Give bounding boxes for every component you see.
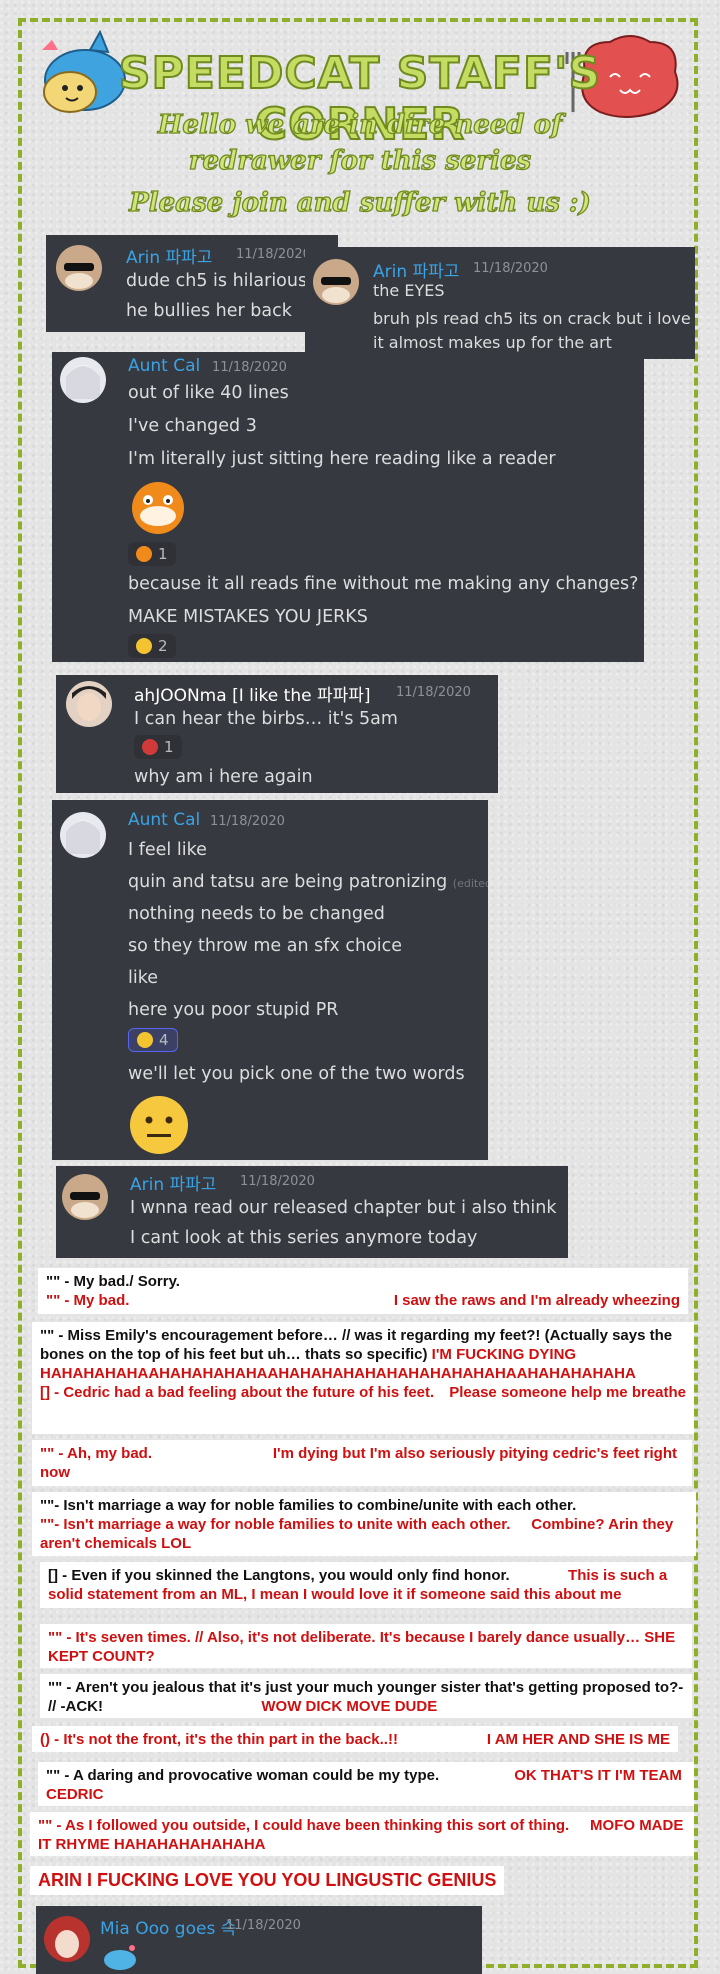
reaction-button[interactable]: 1 <box>134 735 182 759</box>
message-text: here you poor stupid PR <box>128 1000 339 1020</box>
edited-label: (edited) <box>452 877 488 890</box>
message-text: bruh pls read ch5 its on crack but i lov… <box>373 309 695 328</box>
reaction-count: 1 <box>164 738 174 756</box>
tl-revised: "" - Ah, my bad. <box>40 1445 153 1462</box>
timestamp: 11/18/2020 <box>210 814 285 829</box>
tl-revised: [] - Cedric had a bad feeling about the … <box>40 1384 435 1401</box>
reaction-button[interactable]: 1 <box>128 542 176 566</box>
crying-emoji-icon <box>128 478 188 538</box>
timestamp: 11/18/2020 <box>473 261 548 276</box>
translation-note: "" - Aren't you jealous that it's just y… <box>40 1674 692 1718</box>
avatar <box>60 812 106 858</box>
username[interactable]: Aunt Cal <box>128 356 200 376</box>
timestamp: 11/18/2020 <box>226 1918 301 1933</box>
translation-note: "" - Miss Emily's encouragement before… … <box>32 1322 694 1434</box>
tl-original: ""- Isn't marriage a way for noble famil… <box>40 1497 577 1514</box>
message-text: nothing needs to be changed <box>128 904 385 924</box>
message-text: I cant look at this series anymore today <box>130 1228 478 1248</box>
crying-emoji-icon <box>136 546 152 562</box>
username[interactable]: ahJOONma [I like the 파파파] <box>134 681 371 706</box>
timestamp: 11/18/2020 <box>212 360 287 375</box>
message-text: out of like 40 lines <box>128 383 289 403</box>
avatar <box>60 357 106 403</box>
alarm-clock-icon <box>142 739 158 755</box>
message-text: I feel like <box>128 840 207 860</box>
tl-original: "" - Miss Emily's encouragement before… … <box>40 1327 673 1363</box>
tl-comment: Please someone help me breathe <box>449 1384 686 1401</box>
tl-comment: I saw the raws and I'm already wheezing <box>393 1292 680 1309</box>
translation-note: "" - A daring and provocative woman coul… <box>38 1762 694 1806</box>
message-text: it almost makes up for the art <box>373 333 612 352</box>
reaction-button[interactable]: 4 <box>128 1028 178 1052</box>
tl-revised: "" - As I followed you outside, I could … <box>38 1817 570 1834</box>
timestamp: 11/18/2020 <box>240 1174 315 1189</box>
message-text: I can hear the birbs… it's 5am <box>134 709 398 729</box>
message-text: why am i here again <box>134 767 313 787</box>
message-text: we'll let you pick one of the two words <box>128 1064 465 1084</box>
translation-note: ""- Isn't marriage a way for noble famil… <box>32 1492 696 1556</box>
translation-note: "" - It's seven times. // Also, it's not… <box>40 1624 692 1668</box>
tl-original: "" - My bad./ Sorry. <box>46 1273 180 1290</box>
avatar <box>62 1174 108 1220</box>
laughing-emoji-icon <box>137 1032 153 1048</box>
tl-original: [] - Even if you skinned the Langtons, y… <box>48 1567 510 1584</box>
timestamp: 11/18/2020 <box>236 247 311 262</box>
tl-revised: "" - It's seven times. // Also, it's not… <box>48 1629 641 1646</box>
timestamp: 11/18/2020 <box>396 685 471 700</box>
header-line-2: redrawer for this series <box>188 145 532 176</box>
footer-comment: ARIN I FUCKING LOVE YOU YOU LINGUSTIC GE… <box>30 1866 505 1895</box>
neutral-face-emoji-icon <box>128 1094 190 1156</box>
translation-note: "" - As I followed you outside, I could … <box>30 1812 694 1856</box>
username[interactable]: Aunt Cal <box>128 810 200 830</box>
translation-note: "" - My bad./ Sorry. "" - My bad. I saw t… <box>38 1268 688 1314</box>
message-text: the EYES <box>373 281 445 300</box>
chat-message: Aunt Cal 11/18/2020 I feel like quin and… <box>52 800 488 1160</box>
avatar <box>56 245 102 291</box>
message-text: dude ch5 is hilarious <box>126 271 308 291</box>
message-text: so they throw me an sfx choice <box>128 936 402 956</box>
chat-message: Arin 파파고 11/18/2020 dude ch5 is hilariou… <box>46 235 338 332</box>
message-text: I wnna read our released chapter but i a… <box>130 1198 557 1218</box>
translation-note: () - It's not the front, it's the thin p… <box>32 1726 678 1752</box>
message-text-content: quin and tatsu are being patronizing <box>128 872 448 892</box>
translation-note: "" - Ah, my bad. I'm dying but I'm also … <box>32 1440 692 1486</box>
avatar <box>44 1916 90 1962</box>
tl-revised: ""- Isn't marriage a way for noble famil… <box>40 1516 511 1533</box>
reaction-count: 4 <box>159 1031 169 1049</box>
avatar <box>313 259 359 305</box>
header-line-3: Please join and suffer with us :) <box>129 187 592 218</box>
chat-message: Aunt Cal 11/18/2020 out of like 40 lines… <box>52 352 644 662</box>
tl-revised: () - It's not the front, it's the thin p… <box>40 1731 398 1748</box>
sticker-icon <box>100 1942 140 1972</box>
chat-message: ahJOONma [I like the 파파파] 11/18/2020 I c… <box>56 675 498 793</box>
tl-revised: "" - My bad. <box>46 1292 130 1309</box>
username[interactable]: Mia Ooo goes 슥 <box>100 1914 236 1939</box>
chat-message: Mia Ooo goes 슥 11/18/2020 <box>36 1906 482 1974</box>
translation-note: [] - Even if you skinned the Langtons, y… <box>40 1562 692 1608</box>
header-line-1: Hello we are in dire need of <box>157 109 563 140</box>
message-text: I'm literally just sitting here reading … <box>128 449 556 469</box>
username[interactable]: Arin 파파고 <box>126 243 212 268</box>
tl-comment: WOW DICK MOVE DUDE <box>261 1698 438 1715</box>
chat-message: Arin 파파고 11/18/2020 the EYES bruh pls re… <box>305 247 695 359</box>
reaction-button[interactable]: 2 <box>128 634 176 658</box>
message-text: quin and tatsu are being patronizing (ed… <box>128 872 488 892</box>
reaction-count: 2 <box>158 637 168 655</box>
tl-original: "" - A daring and provocative woman coul… <box>46 1767 440 1784</box>
avatar <box>66 681 112 727</box>
message-text: like <box>128 968 159 988</box>
reaction-count: 1 <box>158 545 168 563</box>
message-text: MAKE MISTAKES YOU JERKS <box>128 607 368 627</box>
message-text: I've changed 3 <box>128 416 257 436</box>
username[interactable]: Arin 파파고 <box>130 1170 216 1195</box>
username[interactable]: Arin 파파고 <box>373 257 459 282</box>
page: SPEEDCAT STAFF'S CORNER Hello we are in … <box>0 0 720 1974</box>
message-text: he bullies her back <box>126 301 292 321</box>
message-text: because it all reads fine without me mak… <box>128 574 639 594</box>
chat-message: Arin 파파고 11/18/2020 I wnna read our rele… <box>56 1166 568 1258</box>
laughing-emoji-icon <box>136 638 152 654</box>
tl-comment: I AM HER AND SHE IS ME <box>486 1731 670 1748</box>
